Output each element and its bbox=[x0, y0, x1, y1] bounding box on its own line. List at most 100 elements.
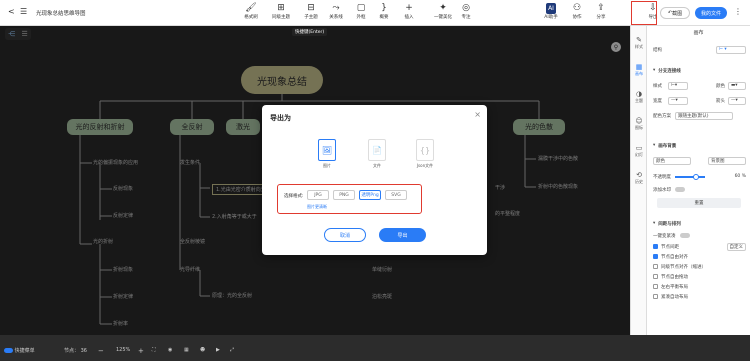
toolbar-label: 子主题 bbox=[304, 15, 318, 20]
toolbar-item-4[interactable]: ▢ 外框 bbox=[350, 3, 372, 23]
format-label: 选择格式: bbox=[284, 194, 304, 199]
custom-button[interactable]: 自定义 bbox=[726, 242, 746, 251]
watermark-toggle[interactable] bbox=[675, 187, 685, 192]
export-button[interactable]: 导出 bbox=[379, 228, 426, 242]
panel-tab-0[interactable]: ✎ 样式 bbox=[631, 36, 647, 50]
tooltip: 快捷键(Enter) bbox=[292, 28, 328, 36]
toolbar-item-8[interactable]: ◎ 专注 bbox=[455, 3, 477, 23]
line-color-select[interactable]: ▬▾ bbox=[728, 81, 746, 90]
panel-tab-4[interactable]: ▭ 幻灯 bbox=[631, 144, 647, 158]
panel-tab-icon: ▭ bbox=[635, 144, 643, 152]
panel-tab-5[interactable]: ⟲ 历史 bbox=[631, 171, 647, 185]
structure-select[interactable]: ⊢ ▾ bbox=[716, 45, 746, 54]
toolbar-item-6[interactable]: + 插入 bbox=[398, 3, 420, 23]
zoom-in-icon[interactable]: + bbox=[138, 347, 144, 355]
format-option[interactable]: 透明Png bbox=[359, 190, 381, 200]
toolbar-item-0[interactable]: 🖌 格式刷 bbox=[240, 3, 262, 23]
line-style-select[interactable]: ⊢▾ bbox=[668, 81, 688, 90]
toolbar-item-11[interactable]: ⇪ 分享 bbox=[590, 3, 612, 23]
watermark-row: 添加水印 bbox=[653, 185, 746, 194]
layout-checkbox-row[interactable]: 同级节点对齐（缩进） bbox=[653, 262, 746, 271]
my-files-button[interactable]: 我的文件 bbox=[695, 7, 727, 19]
play-icon[interactable]: ▶ bbox=[216, 347, 220, 353]
opacity-slider[interactable] bbox=[675, 173, 705, 180]
zoom-out-icon[interactable]: − bbox=[98, 347, 104, 355]
fit-icon[interactable]: ⛶ bbox=[152, 347, 156, 353]
panel-header: 画布 bbox=[693, 30, 704, 36]
panel-tab-label: 画布 bbox=[635, 71, 643, 76]
menu-icon[interactable]: ☰ bbox=[20, 7, 27, 16]
toolbar-item-3[interactable]: ⤳ 关系线 bbox=[325, 3, 347, 23]
opacity-slider-handle[interactable] bbox=[693, 173, 699, 180]
toolbar-item-5[interactable]: } 概要 bbox=[373, 3, 395, 23]
checkbox[interactable] bbox=[653, 264, 658, 269]
back-icon[interactable]: < bbox=[8, 7, 15, 16]
toolbar-label: 概要 bbox=[379, 15, 389, 20]
toolbar-item-9[interactable]: AI AI助手 bbox=[540, 3, 562, 23]
toolbar-item-7[interactable]: ✦ 一键美化 bbox=[432, 3, 454, 23]
node-count-value: 36 bbox=[80, 348, 87, 354]
node-count: 节点： 36 bbox=[64, 347, 87, 354]
checkbox[interactable] bbox=[653, 254, 658, 259]
export-type-1[interactable]: 📄 文件 bbox=[364, 139, 390, 169]
document-title[interactable]: 光现象总结思维导图 bbox=[36, 9, 86, 17]
arrow-select[interactable]: —▾ bbox=[728, 96, 746, 105]
watermark-label: 添加水印 bbox=[653, 187, 671, 193]
toolbar-item-10[interactable]: ⚇ 协作 bbox=[566, 3, 588, 23]
layout-checkbox-row[interactable]: 节点自由对齐 bbox=[653, 252, 746, 261]
back-button[interactable]: ↶ 截图 bbox=[660, 7, 690, 19]
clear-link[interactable]: 图片更清晰 bbox=[307, 204, 327, 210]
reset-button[interactable]: 重置 bbox=[657, 198, 741, 208]
checkbox-label: 左右平衡布局 bbox=[661, 284, 688, 290]
shortcut-toggle[interactable]: 快捷菜单 bbox=[4, 347, 35, 354]
format-option[interactable]: PNG bbox=[333, 190, 355, 200]
structure-label: 结构 bbox=[653, 47, 662, 53]
more-icon[interactable]: ⋮ bbox=[734, 7, 742, 16]
panel-tab-label: 幻灯 bbox=[635, 152, 643, 157]
spacing-radio[interactable] bbox=[653, 244, 658, 249]
layout-checkbox-row[interactable]: 节点自由拖动 bbox=[653, 272, 746, 281]
bg-color-select[interactable]: 颜色 bbox=[653, 156, 691, 165]
panel-tab-1[interactable]: ▦ 画布 bbox=[631, 63, 647, 77]
bg-image-select[interactable]: 背景图 bbox=[708, 156, 746, 165]
toolbar-label: 插入 bbox=[404, 15, 414, 20]
compact-toggle[interactable] bbox=[679, 233, 690, 238]
zoom-level[interactable]: 125% bbox=[116, 347, 130, 353]
node-spacing-row: 节点间距 自定义 bbox=[653, 242, 746, 251]
format-option[interactable]: JPG bbox=[307, 190, 329, 200]
toolbar-label: 格式刷 bbox=[244, 15, 258, 20]
layout-title: 间距与排列 bbox=[658, 221, 681, 227]
checkbox[interactable] bbox=[653, 294, 658, 299]
toolbar-item-2[interactable]: ⊟ 子主题 bbox=[300, 3, 322, 23]
line-width-select[interactable]: —▾ bbox=[668, 96, 688, 105]
layout-checkbox-row[interactable]: 左右平衡布局 bbox=[653, 282, 746, 291]
export-type-0[interactable]: 🖼 图片 bbox=[314, 139, 340, 169]
checkbox[interactable] bbox=[653, 274, 658, 279]
bg-row: 颜色 背景图 bbox=[653, 156, 746, 165]
cancel-button[interactable]: 取消 bbox=[324, 228, 366, 242]
line-width-label: 宽度 bbox=[653, 98, 662, 104]
export-type-label: 图片 bbox=[323, 163, 331, 168]
color-scheme-select[interactable]: 跟随主题(默认) bbox=[675, 111, 733, 120]
format-option[interactable]: SVG bbox=[385, 190, 407, 200]
assistant-icon[interactable]: ☻ bbox=[200, 347, 205, 353]
layout-checkbox-row[interactable]: 紧凑自动布局 bbox=[653, 292, 746, 301]
fullscreen-icon[interactable]: ⤢ bbox=[230, 347, 234, 353]
panel-tab-3[interactable]: ☺ 图标 bbox=[631, 117, 647, 131]
panel-tab-icon: ☺ bbox=[635, 117, 643, 125]
location-icon[interactable]: ◉ bbox=[168, 347, 172, 353]
panel-tab-2[interactable]: ◑ 主题 bbox=[631, 90, 647, 104]
toolbar-label: 分享 bbox=[596, 15, 606, 20]
opacity-value[interactable]: 60 % bbox=[735, 174, 746, 179]
close-icon[interactable]: × bbox=[474, 110, 481, 119]
toolbar-icon: + bbox=[405, 3, 413, 13]
checkbox[interactable] bbox=[653, 284, 658, 289]
branch-title: 分支连接线 bbox=[658, 68, 681, 74]
toolbar-label: 一键美化 bbox=[434, 15, 452, 20]
toolbar-item-1[interactable]: ⊞ 同级主题 bbox=[270, 3, 292, 23]
back-button-label: 截图 bbox=[672, 10, 683, 17]
file-icon: {} bbox=[416, 139, 434, 161]
export-type-2[interactable]: {} Json文件 bbox=[412, 139, 438, 169]
section-caret-icon: ▾ bbox=[653, 143, 656, 148]
grid-icon[interactable]: ▦ bbox=[184, 347, 189, 353]
